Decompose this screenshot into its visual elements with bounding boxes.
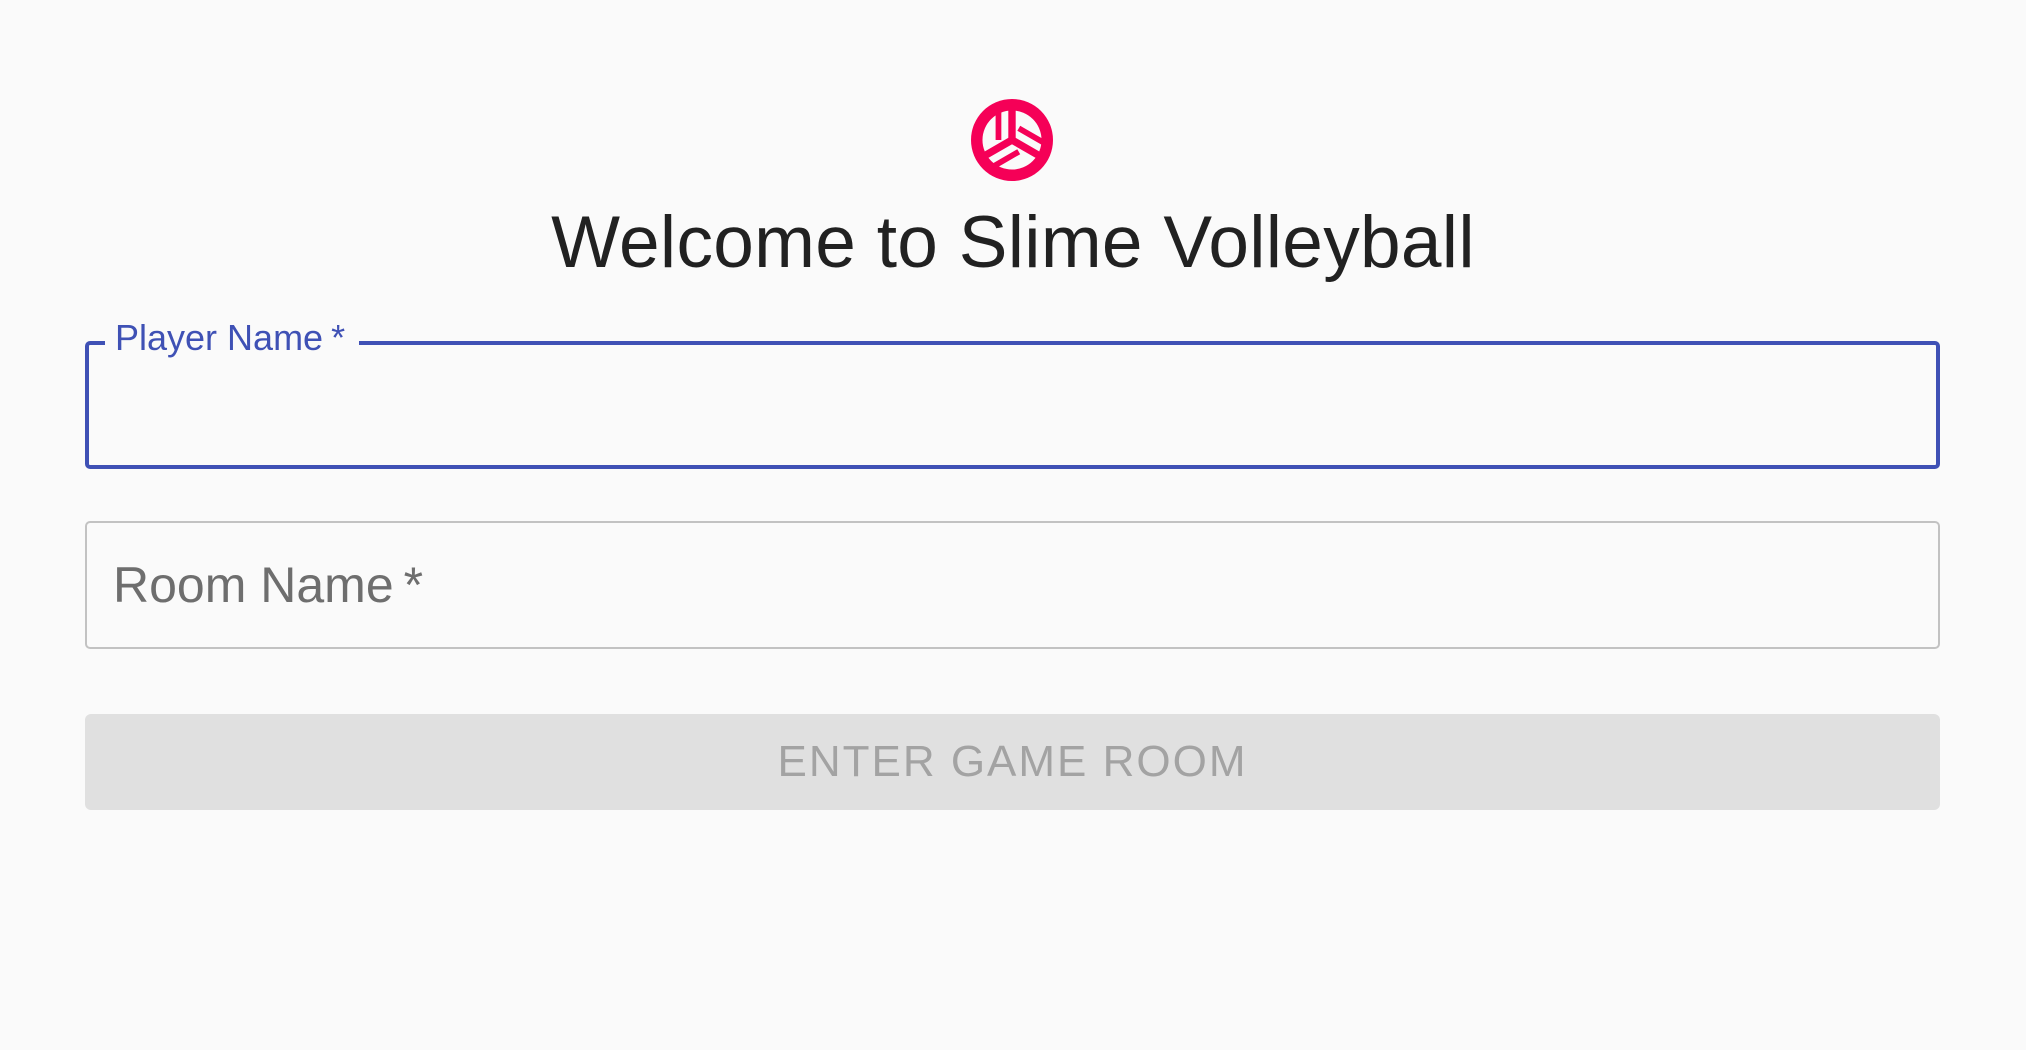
room-name-input[interactable] [113,553,1912,617]
required-asterisk: * [331,317,346,358]
player-name-input[interactable] [115,375,1910,439]
room-name-field[interactable]: Room Name * [85,521,1940,649]
page-title: Welcome to Slime Volleyball [551,202,1475,283]
player-name-label: Player Name * [105,315,360,361]
enter-game-room-button[interactable]: ENTER GAME ROOM [85,714,1940,810]
welcome-page: Welcome to Slime Volleyball Player Name *… [0,0,2026,1050]
player-name-field[interactable]: Player Name * [85,315,1940,469]
volleyball-icon [971,99,1053,181]
